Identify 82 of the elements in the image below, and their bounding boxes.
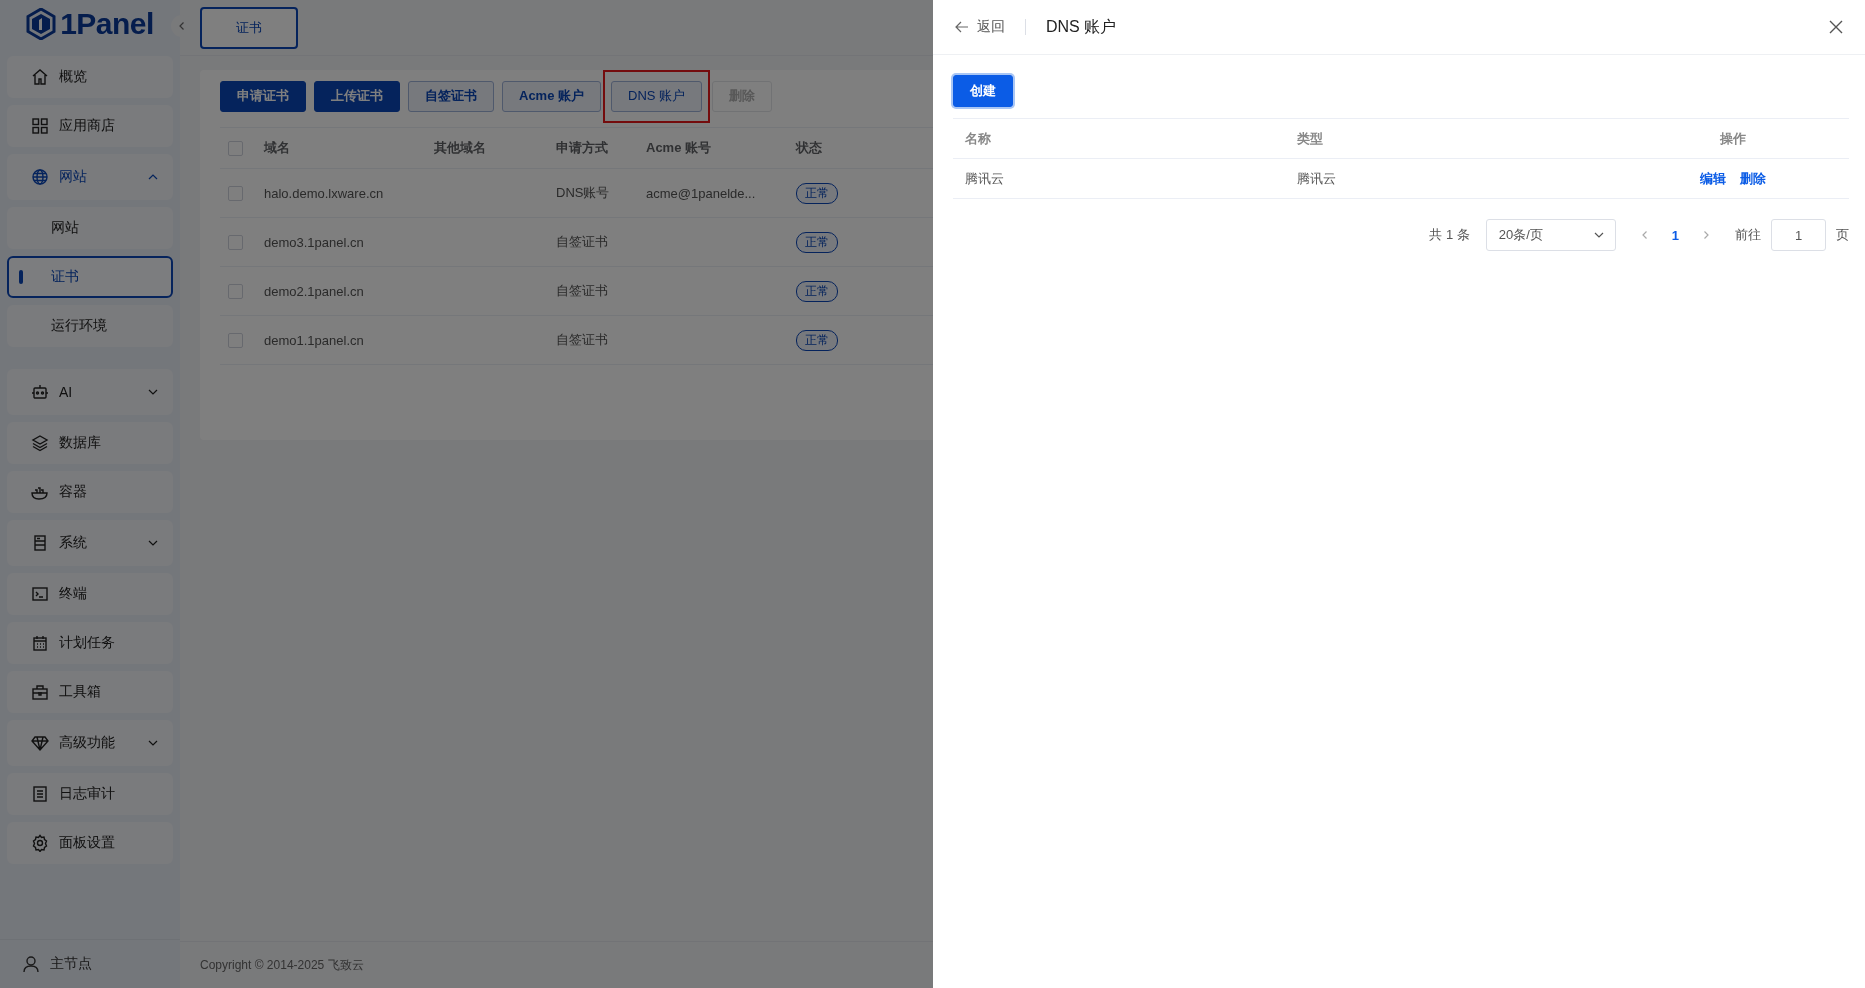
- column-header: 其他域名: [434, 140, 486, 155]
- robot-icon: [31, 383, 49, 401]
- log-icon: [31, 785, 49, 803]
- table-cell: demo2.1panel.cn: [264, 283, 364, 299]
- back-button[interactable]: 返回: [955, 18, 1005, 36]
- globe-icon: [31, 168, 49, 186]
- page-input[interactable]: 1: [1771, 219, 1826, 251]
- status-tag: 正常: [796, 182, 838, 204]
- column-header: 操作: [1719, 130, 1746, 146]
- close-icon: [1829, 20, 1843, 34]
- row-checkbox[interactable]: [228, 333, 243, 349]
- diamond-icon: [31, 734, 49, 752]
- home-icon: [31, 68, 49, 86]
- sidebar-item[interactable]: 容器: [7, 471, 173, 513]
- toolbar-button[interactable]: 自签证书: [408, 80, 494, 112]
- sidebar-item[interactable]: 工具箱: [7, 671, 173, 713]
- page-size-select[interactable]: 20条/页: [1485, 219, 1616, 251]
- table-cell: 自签证书: [556, 234, 608, 249]
- drawer-title: DNS 账户: [1046, 16, 1118, 37]
- chevron-right-icon: [1701, 229, 1711, 240]
- create-button[interactable]: 创建: [953, 75, 1013, 107]
- sidebar-item[interactable]: 终端: [7, 573, 173, 615]
- sidebar-item[interactable]: 面板设置: [7, 822, 173, 864]
- node-label[interactable]: 主节点: [50, 955, 92, 973]
- table-cell: 自签证书: [556, 283, 608, 298]
- close-button[interactable]: [1829, 20, 1843, 34]
- column-header: 申请方式: [556, 140, 608, 155]
- row-checkbox[interactable]: [228, 235, 243, 251]
- sidebar-item[interactable]: 概览: [7, 56, 173, 98]
- sidebar-subitem[interactable]: 证书: [7, 256, 173, 298]
- row-checkbox[interactable]: [228, 284, 243, 300]
- status-tag: 正常: [796, 329, 838, 351]
- status-tag: 正常: [796, 231, 838, 253]
- total-count: 共 1 条: [1429, 226, 1470, 244]
- table-cell: acme@1panelde...: [646, 185, 756, 201]
- tab[interactable]: 证书: [200, 6, 298, 49]
- action-link[interactable]: 编辑: [1699, 169, 1726, 188]
- toolbox-icon: [31, 683, 49, 701]
- table-cell: demo1.1panel.cn: [264, 332, 364, 348]
- column-header: 类型: [1296, 130, 1323, 146]
- sidebar-item[interactable]: AI: [7, 369, 173, 415]
- sidebar-item[interactable]: 网站: [7, 154, 173, 200]
- arrow-left-icon: [955, 21, 969, 33]
- server-icon: [31, 534, 49, 552]
- column-header: 域名: [264, 140, 290, 155]
- toolbar-button[interactable]: 上传证书: [314, 80, 400, 112]
- chevron-left-icon: [177, 21, 187, 31]
- sidebar-item[interactable]: 计划任务: [7, 622, 173, 664]
- select-all-checkbox[interactable]: [228, 141, 243, 157]
- sidebar-item[interactable]: 日志审计: [7, 773, 173, 815]
- grid-icon: [31, 117, 49, 135]
- table-cell: demo3.1panel.cn: [264, 234, 364, 250]
- column-header: 名称: [965, 130, 991, 146]
- goto-label: 前往: [1735, 226, 1761, 244]
- column-header: 状态: [796, 140, 822, 155]
- terminal-icon: [31, 585, 49, 603]
- page-number[interactable]: 1: [1671, 227, 1679, 243]
- layers-icon: [31, 434, 49, 452]
- toolbar-button[interactable]: Acme 账户: [502, 80, 602, 112]
- sidebar-subitem[interactable]: 网站: [7, 207, 173, 249]
- table-cell: halo.demo.lxware.cn: [264, 185, 384, 201]
- table-cell: 腾讯云: [1296, 170, 1336, 186]
- action-link[interactable]: 删除: [1739, 169, 1766, 188]
- toolbar-button[interactable]: DNS 账户: [611, 80, 703, 112]
- status-tag: 正常: [796, 280, 838, 302]
- sidebar-item[interactable]: 高级功能: [7, 720, 173, 766]
- settings-icon: [31, 834, 49, 852]
- toolbar-button[interactable]: 申请证书: [220, 80, 306, 112]
- table-cell: 腾讯云: [965, 170, 1004, 186]
- table-cell: DNS账号: [556, 185, 610, 200]
- logo-text: 1Panel: [60, 7, 154, 41]
- user-icon: [22, 955, 40, 973]
- table-cell: 自签证书: [556, 332, 608, 347]
- calendar-icon: [31, 634, 49, 652]
- page-unit: 页: [1836, 226, 1849, 244]
- sidebar-subitem[interactable]: 运行环境: [7, 305, 173, 347]
- sidebar-item[interactable]: 数据库: [7, 422, 173, 464]
- row-checkbox[interactable]: [228, 186, 243, 202]
- column-header: Acme 账号: [646, 140, 712, 155]
- sidebar-item[interactable]: 系统: [7, 520, 173, 566]
- logo-icon: [26, 8, 57, 40]
- sidebar-item[interactable]: 应用商店: [7, 105, 173, 147]
